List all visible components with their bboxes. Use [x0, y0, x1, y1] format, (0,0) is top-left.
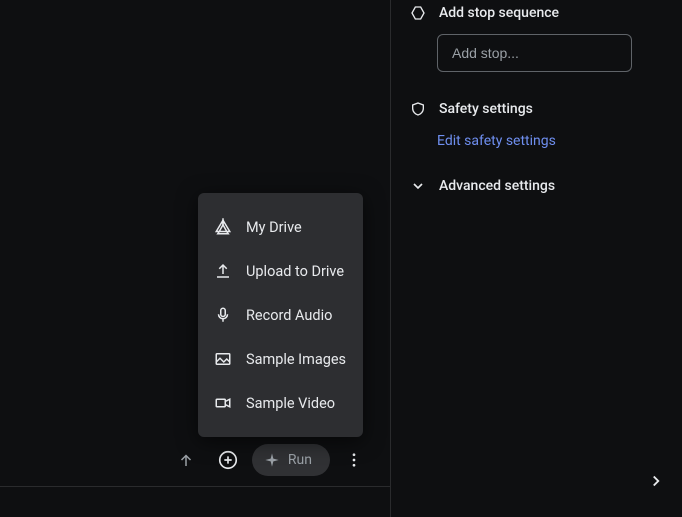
sparkle-icon [264, 452, 280, 468]
drive-icon [214, 218, 232, 236]
menu-item-upload[interactable]: Upload to Drive [198, 249, 363, 293]
menu-item-label: My Drive [246, 219, 302, 236]
menu-item-label: Upload to Drive [246, 263, 344, 280]
stop-input-wrap [437, 34, 664, 72]
menu-item-record-audio[interactable]: Record Audio [198, 293, 363, 337]
stop-sequence-row: Add stop sequence [409, 4, 664, 22]
collapse-sidebar-button[interactable] [644, 469, 668, 493]
menu-item-label: Record Audio [246, 307, 332, 324]
stop-sequence-input[interactable] [437, 34, 632, 72]
image-icon [214, 350, 232, 368]
run-button[interactable]: Run [252, 444, 330, 476]
shield-icon [409, 100, 427, 118]
advanced-settings-toggle[interactable]: Advanced settings [409, 177, 664, 195]
video-icon [214, 394, 232, 412]
add-button[interactable] [210, 442, 246, 478]
menu-item-sample-video[interactable]: Sample Video [198, 381, 363, 425]
advanced-label: Advanced settings [439, 178, 555, 194]
stop-sequence-label: Add stop sequence [439, 5, 559, 21]
settings-sidebar: Add stop sequence Safety settings Edit s… [390, 0, 682, 517]
edit-safety-link[interactable]: Edit safety settings [437, 133, 556, 149]
safety-row: Safety settings [409, 100, 664, 118]
main-area: My Drive Upload to Drive Record Audio [0, 0, 390, 517]
menu-item-label: Sample Video [246, 395, 335, 412]
safety-label: Safety settings [439, 101, 533, 117]
chevron-down-icon [409, 177, 427, 195]
upload-icon [214, 262, 232, 280]
more-menu-button[interactable] [336, 442, 372, 478]
bottom-bar: Run [0, 439, 390, 487]
menu-item-sample-images[interactable]: Sample Images [198, 337, 363, 381]
microphone-icon [214, 306, 232, 324]
menu-item-label: Sample Images [246, 351, 346, 368]
menu-item-my-drive[interactable]: My Drive [198, 205, 363, 249]
hexagon-icon [409, 4, 427, 22]
attach-menu: My Drive Upload to Drive Record Audio [198, 193, 363, 437]
up-arrow-button[interactable] [168, 442, 204, 478]
run-button-label: Run [288, 452, 312, 468]
